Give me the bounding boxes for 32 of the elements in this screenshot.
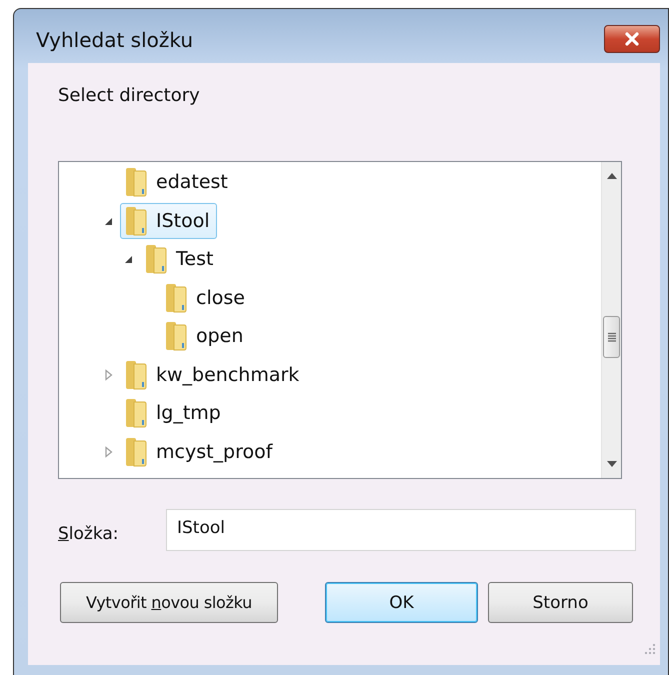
window-title: Vyhledat složku [36, 28, 194, 52]
folder-icon [124, 436, 148, 467]
scroll-up-icon[interactable] [606, 172, 618, 180]
resize-grip-icon[interactable] [644, 643, 656, 655]
folder-icon [124, 206, 148, 236]
folder-item[interactable]: edatest [120, 164, 235, 200]
folder-item[interactable]: open [160, 318, 250, 354]
folder-item[interactable]: close [160, 280, 252, 316]
folder-item[interactable]: lg_tmp [120, 395, 228, 432]
folder-label: Složka: [58, 523, 120, 544]
folder-input[interactable]: IStool [166, 509, 636, 551]
folder-item[interactable]: mcyst_proof [120, 434, 280, 470]
folder-icon [124, 398, 148, 428]
folder-icon [144, 244, 168, 274]
folder-icon [124, 360, 148, 390]
scroll-thumb[interactable] [603, 316, 620, 358]
expand-arrow-icon[interactable] [103, 368, 115, 381]
folder-item[interactable]: IStool [120, 202, 217, 239]
folder-icon [164, 321, 188, 352]
prompt-text: Select directory [58, 85, 201, 106]
scroll-down-icon[interactable] [606, 460, 618, 468]
close-button[interactable] [604, 25, 660, 53]
dialog-button[interactable]: OK [325, 582, 478, 623]
grip-icon [606, 332, 616, 342]
scrollbar[interactable] [601, 162, 621, 478]
folder-icon [124, 167, 148, 198]
folder-item[interactable]: kw_benchmark [120, 356, 306, 393]
expand-arrow-icon[interactable] [103, 446, 115, 458]
folder-item[interactable]: Test [140, 241, 220, 278]
dialog-button[interactable]: Storno [488, 582, 633, 623]
dialog-button[interactable]: Vytvořit novou složku [60, 582, 278, 623]
folder-icon [164, 282, 188, 313]
